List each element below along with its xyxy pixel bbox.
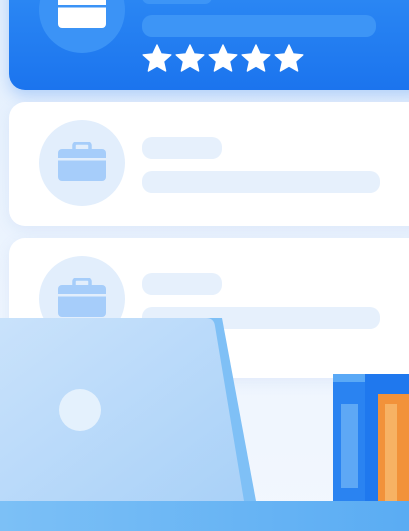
name-placeholder [142, 0, 212, 4]
detail-placeholder [142, 171, 380, 193]
star-icon [208, 44, 238, 72]
star-icon [241, 44, 271, 72]
briefcase-icon [58, 0, 106, 28]
avatar [39, 120, 125, 206]
desk-surface [0, 501, 409, 531]
illustration-scene [0, 0, 409, 531]
laptop-illustration [0, 318, 256, 501]
profile-card [9, 102, 409, 226]
star-rating [141, 43, 305, 75]
featured-profile-card [9, 0, 409, 90]
logo-icon [59, 389, 101, 431]
briefcase-icon [58, 142, 106, 181]
name-placeholder [142, 273, 222, 295]
detail-placeholder [142, 15, 376, 37]
star-icon [142, 44, 172, 72]
briefcase-icon [58, 278, 106, 317]
star-icon [274, 44, 304, 72]
avatar [39, 0, 125, 53]
name-placeholder [142, 137, 222, 159]
star-icon [175, 44, 205, 72]
